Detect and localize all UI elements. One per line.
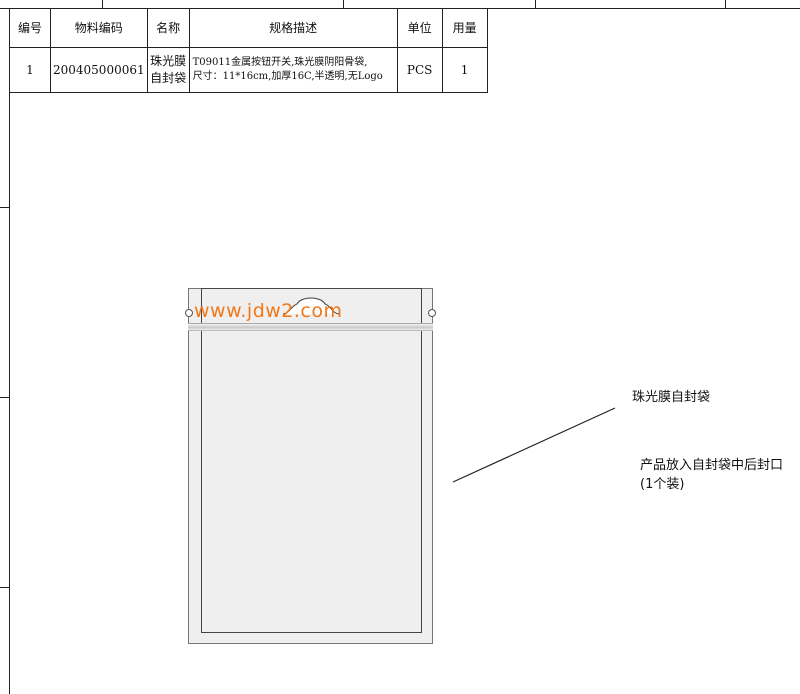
packing-note-line1: 产品放入自封袋中后封口 bbox=[640, 458, 784, 473]
callout-leader-line bbox=[452, 407, 616, 483]
packing-note-line2: (1个装) bbox=[640, 477, 685, 492]
packing-note: 产品放入自封袋中后封口 (1个装) bbox=[640, 456, 783, 494]
callout-label: 珠光膜自封袋 bbox=[632, 390, 711, 405]
